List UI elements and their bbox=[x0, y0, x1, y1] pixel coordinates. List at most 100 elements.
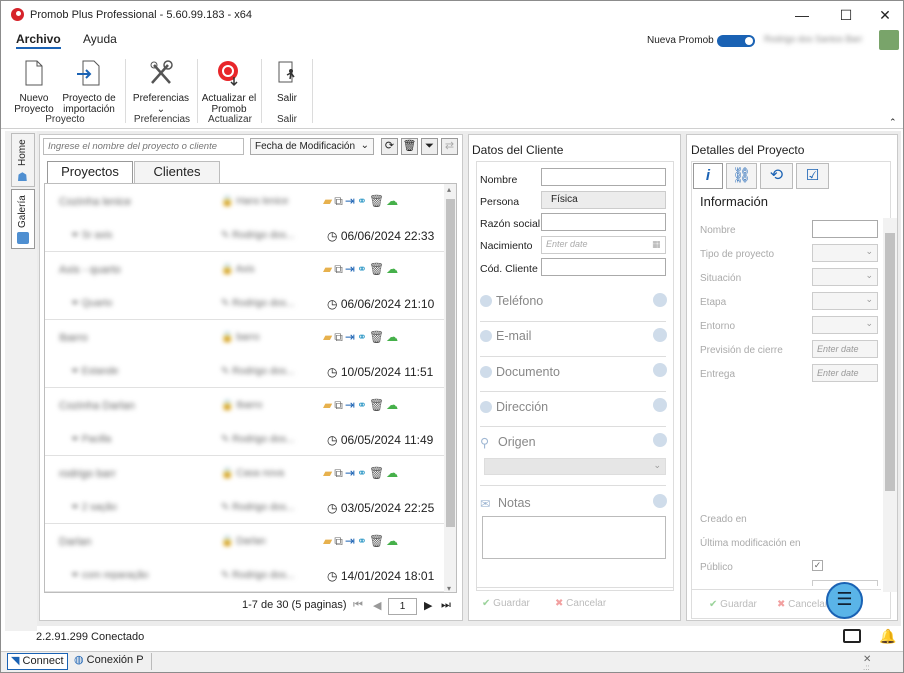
next-page-button[interactable]: ▶ bbox=[424, 599, 432, 612]
section-telefono[interactable]: Teléfono bbox=[480, 294, 543, 308]
export-icon[interactable]: ⇥ bbox=[345, 398, 357, 412]
cancelar-cliente-button[interactable]: ✖ Cancelar bbox=[555, 598, 606, 609]
trash-icon[interactable]: 🗑 bbox=[369, 330, 386, 344]
refresh-button[interactable]: ⟳ bbox=[381, 138, 398, 155]
delete-filter-button[interactable]: 🗑 bbox=[401, 138, 418, 155]
project-row[interactable]: Darlan 🔒 Darlan ⏷ com reparação ✎ Rodrigo d… bbox=[45, 524, 445, 592]
cod-cliente-field[interactable] bbox=[541, 258, 666, 276]
swap-button[interactable]: ⇄ bbox=[441, 138, 458, 155]
project-row[interactable]: Cozinha Darlan 🔒 Ibarro ⏷ Pacilla ✎ Rodrigo… bbox=[45, 388, 445, 456]
guardar-cliente-button[interactable]: ✔ Guardar bbox=[482, 598, 530, 609]
scrollbar-thumb[interactable] bbox=[885, 233, 895, 491]
cloud-icon[interactable]: ☁ bbox=[386, 466, 400, 480]
tab-galeria[interactable]: Galería bbox=[11, 189, 35, 249]
situacion-select[interactable]: ⌄ bbox=[812, 268, 878, 286]
collapse-icon[interactable] bbox=[653, 494, 667, 508]
etapa-select[interactable]: ⌄ bbox=[812, 292, 878, 310]
export-icon[interactable]: ⇥ bbox=[345, 534, 357, 548]
nuevo-proyecto-button[interactable]: Nuevo Proyecto bbox=[11, 59, 57, 115]
cloud-icon[interactable]: ☁ bbox=[386, 330, 400, 344]
user-avatar[interactable] bbox=[879, 30, 899, 50]
trash-icon[interactable]: 🗑 bbox=[369, 534, 386, 548]
trash-icon[interactable]: 🗑 bbox=[369, 466, 386, 480]
project-row[interactable]: rodrigo barr 🔒 Casa nova ⏷ 2 sação ✎ Rodrig… bbox=[45, 456, 445, 524]
resize-grip-icon[interactable]: .:: bbox=[863, 663, 870, 672]
entrega-field[interactable]: Enter date bbox=[812, 364, 878, 382]
scroll-down-icon[interactable]: ▾ bbox=[447, 584, 451, 593]
preferencias-button[interactable]: Preferencias ⌄ bbox=[131, 59, 191, 115]
entorno-select[interactable]: ⌄ bbox=[812, 316, 878, 334]
scroll-up-icon[interactable]: ▴ bbox=[447, 185, 451, 194]
collapse-icon[interactable] bbox=[653, 328, 667, 342]
share-icon[interactable]: ⚭ bbox=[357, 262, 369, 276]
share-icon[interactable]: ⚭ bbox=[357, 330, 369, 344]
folder-icon[interactable]: ▰ bbox=[323, 194, 334, 208]
info-tab[interactable]: i bbox=[693, 163, 723, 189]
copy-icon[interactable]: ⧉ bbox=[334, 194, 345, 208]
share-icon[interactable]: ⚭ bbox=[357, 466, 369, 480]
nombre-proyecto-field[interactable] bbox=[812, 220, 878, 238]
trash-icon[interactable]: 🗑 bbox=[369, 194, 386, 208]
cloud-icon[interactable]: ☁ bbox=[386, 534, 400, 548]
scrollbar-thumb[interactable] bbox=[446, 199, 455, 527]
export-icon[interactable]: ⇥ bbox=[345, 466, 357, 480]
folder-icon[interactable]: ▰ bbox=[323, 398, 334, 412]
first-page-button[interactable]: ⏮ bbox=[353, 599, 363, 612]
collapse-icon[interactable] bbox=[653, 433, 667, 447]
proyecto-importacion-button[interactable]: Proyecto de importación bbox=[59, 59, 119, 115]
notas-textarea[interactable] bbox=[482, 516, 666, 559]
guardar-detalles-button[interactable]: ✔ Guardar bbox=[709, 599, 757, 610]
folder-icon[interactable]: ▰ bbox=[323, 330, 334, 344]
section-email[interactable]: E-mail bbox=[480, 329, 531, 343]
tipo-proyecto-select[interactable]: ⌄ bbox=[812, 244, 878, 262]
copy-icon[interactable]: ⧉ bbox=[334, 330, 345, 344]
cloud-icon[interactable]: ☁ bbox=[386, 262, 400, 276]
collapse-icon[interactable] bbox=[653, 293, 667, 307]
menu-archivo[interactable]: Archivo bbox=[16, 32, 61, 49]
copy-icon[interactable]: ⧉ bbox=[334, 466, 345, 480]
copy-icon[interactable]: ⧉ bbox=[334, 398, 345, 412]
project-row[interactable]: Axis - quarto 🔒 Axis ⏷ Quarto ✎ Rodrigo dos… bbox=[45, 252, 445, 320]
folder-icon[interactable]: ▰ bbox=[323, 262, 334, 276]
calendar-icon[interactable]: ▦ bbox=[652, 239, 661, 250]
persona-select[interactable]: Física bbox=[541, 191, 666, 209]
publico-checkbox[interactable]: ✓ bbox=[812, 560, 823, 571]
salir-button[interactable]: Salir bbox=[267, 59, 307, 104]
export-icon[interactable]: ⇥ bbox=[345, 330, 357, 344]
screen-share-icon[interactable] bbox=[843, 629, 861, 643]
share-icon[interactable]: ⚭ bbox=[357, 194, 369, 208]
folder-icon[interactable]: ▰ bbox=[323, 466, 334, 480]
connect-button[interactable]: ◥ Connect bbox=[7, 653, 68, 670]
conexion-p-button[interactable]: ◍ Conexión P bbox=[71, 653, 147, 670]
checklist-tab[interactable]: ☑ bbox=[796, 163, 829, 189]
cancelar-detalles-button[interactable]: ✖ Cancelar bbox=[777, 599, 828, 610]
trash-icon[interactable]: 🗑 bbox=[369, 398, 386, 412]
project-row[interactable]: Projeto 7🔒 Cliente⏷ Sala✎ Rodrigo dos...… bbox=[45, 592, 445, 593]
history-tab[interactable]: ⟲ bbox=[760, 163, 793, 189]
share-icon[interactable]: ⚭ bbox=[357, 398, 369, 412]
sort-select[interactable]: Fecha de Modificación ⌄ bbox=[250, 138, 374, 155]
last-page-button[interactable]: ⏭ bbox=[441, 599, 451, 612]
close-button[interactable]: ✕ bbox=[871, 5, 899, 25]
section-direccion[interactable]: Dirección bbox=[480, 400, 548, 414]
user-name[interactable]: Rodrigo dos Santos Barr bbox=[764, 34, 872, 47]
nueva-promob-toggle[interactable] bbox=[717, 35, 755, 47]
collapse-icon[interactable] bbox=[653, 363, 667, 377]
share-icon[interactable]: ⚭ bbox=[357, 534, 369, 548]
actualizar-button[interactable]: Actualizar el Promob bbox=[201, 59, 257, 115]
tab-home[interactable]: Home ☗ bbox=[11, 133, 35, 187]
tab-proyectos[interactable]: Proyectos bbox=[47, 161, 133, 183]
page-number-input[interactable]: 1 bbox=[388, 598, 417, 615]
folder-icon[interactable]: ▰ bbox=[323, 534, 334, 548]
copy-icon[interactable]: ⧉ bbox=[334, 534, 345, 548]
bell-icon[interactable]: 🔔 bbox=[879, 628, 896, 645]
export-icon[interactable]: ⇥ bbox=[345, 262, 357, 276]
prev-page-button[interactable]: ◀ bbox=[373, 599, 381, 612]
copy-icon[interactable]: ⧉ bbox=[334, 262, 345, 276]
prevision-field[interactable]: Enter date bbox=[812, 340, 878, 358]
collapse-icon[interactable] bbox=[653, 398, 667, 412]
ribbon-collapse-button[interactable]: ⌃ bbox=[889, 117, 897, 128]
trash-icon[interactable]: 🗑 bbox=[369, 262, 386, 276]
project-row[interactable]: Cozinha lenice 🔒 Hans lenice ⏷ Sr axis ✎ Ro… bbox=[45, 184, 445, 252]
search-input[interactable] bbox=[43, 138, 244, 155]
